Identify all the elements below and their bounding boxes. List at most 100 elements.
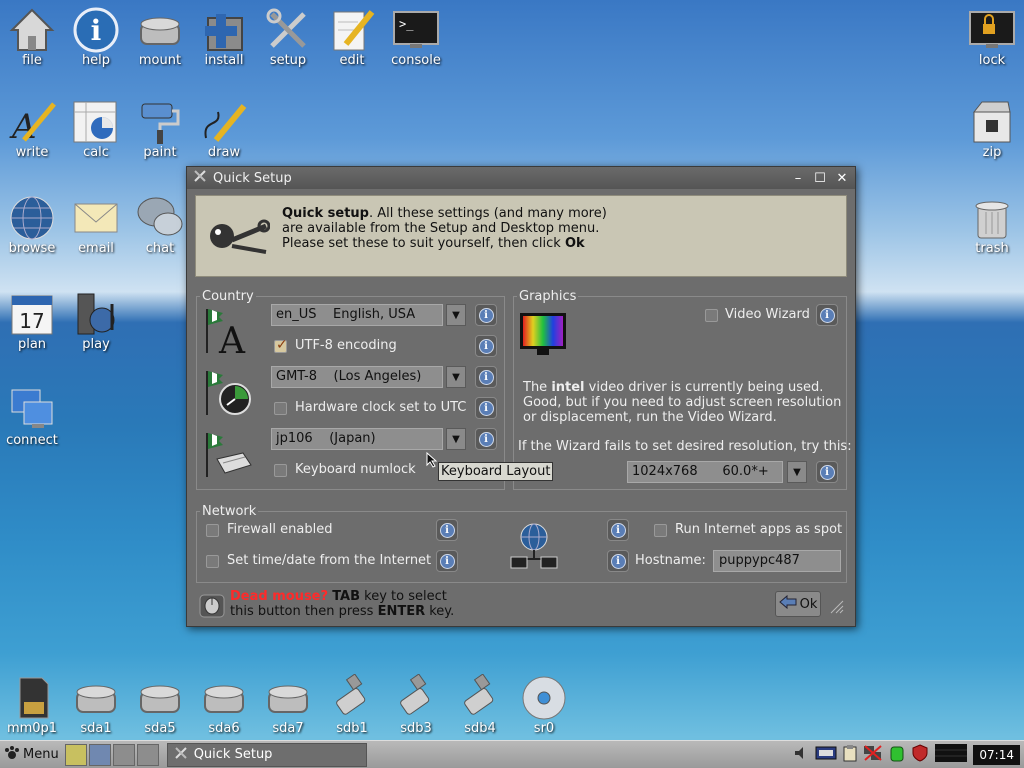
volume-icon[interactable]: [793, 745, 809, 765]
puppy-paw-icon: [4, 745, 20, 765]
video-wizard-info-button[interactable]: i: [816, 304, 838, 326]
desktop-icon-setup[interactable]: setup: [256, 2, 320, 68]
desktop-pager-1[interactable]: [88, 743, 111, 766]
drive-label: sdb1: [336, 721, 368, 736]
resize-grip-icon[interactable]: [829, 599, 845, 619]
timezone-dropdown-arrow[interactable]: ▼: [446, 366, 466, 388]
locale-info-button[interactable]: i: [475, 304, 497, 326]
firewall-checkbox[interactable]: [206, 524, 219, 537]
desktop-icon-plan[interactable]: 17 plan: [0, 286, 64, 352]
desktop-icon-zip[interactable]: zip: [960, 94, 1024, 160]
drive-label: sdb4: [464, 721, 496, 736]
utf8-info-button[interactable]: i: [475, 335, 497, 357]
desktop-pager-3[interactable]: [136, 743, 159, 766]
minimize-icon[interactable]: –: [791, 171, 805, 186]
drive-icon-sdb3[interactable]: sdb3: [384, 670, 448, 736]
drive-icon-sr0[interactable]: sr0: [512, 670, 576, 736]
menu-button[interactable]: Menu: [0, 745, 63, 765]
hwclock-checkbox[interactable]: [274, 402, 287, 415]
network-disconnected-icon[interactable]: [863, 744, 883, 766]
desktop-pager-2[interactable]: [112, 743, 135, 766]
utf8-checkbox[interactable]: [274, 337, 288, 353]
desktop-icon-calc[interactable]: calc: [64, 94, 128, 160]
info-icon: i: [478, 431, 494, 447]
resolution-info-button[interactable]: i: [816, 461, 838, 483]
timezone-combo[interactable]: GMT-8 (Los Angeles): [271, 366, 443, 388]
desktop-icon-label: mount: [138, 53, 182, 68]
network-computers-icon: [8, 386, 56, 434]
desktop-icon-label: edit: [339, 53, 365, 68]
tools-icon: [264, 6, 312, 54]
desktop-icon-trash[interactable]: trash: [960, 190, 1024, 256]
desktop-icon-label: paint: [143, 145, 177, 160]
firewall-info-button[interactable]: i: [436, 519, 458, 541]
drive-icon-sdb4[interactable]: sdb4: [448, 670, 512, 736]
drive-icon-sda6[interactable]: sda6: [192, 670, 256, 736]
hard-drive-icon: [264, 674, 312, 722]
svg-text:i: i: [91, 14, 102, 47]
resolution-dropdown-arrow[interactable]: ▼: [787, 461, 807, 483]
desktop-icon-lock[interactable]: lock: [960, 2, 1024, 68]
locale-dropdown-arrow[interactable]: ▼: [446, 304, 466, 326]
enter-key-label: ENTER: [377, 604, 426, 619]
desktop-icon-chat[interactable]: chat: [128, 190, 192, 256]
desktop-icon-file[interactable]: file: [0, 2, 64, 68]
resolution-combo[interactable]: 1024x768 60.0*+: [627, 461, 783, 483]
drive-icon-mm0p1[interactable]: mm0p1: [0, 670, 64, 736]
drive-icon-sda7[interactable]: sda7: [256, 670, 320, 736]
keyboard-combo[interactable]: jp106 (Japan): [271, 428, 443, 450]
hwclock-info-button[interactable]: i: [475, 397, 497, 419]
keyboard-info-button[interactable]: i: [475, 428, 497, 450]
desktop-icon-install[interactable]: install: [192, 2, 256, 68]
storage-green-icon[interactable]: [889, 744, 905, 766]
numlock-checkbox[interactable]: [274, 464, 287, 477]
desktop-icon-label: trash: [975, 241, 1009, 256]
drive-icon-sdb1[interactable]: sdb1: [320, 670, 384, 736]
video-wizard-checkbox[interactable]: [705, 309, 718, 322]
desktop-icon-mount[interactable]: mount: [128, 2, 192, 68]
desktop-icon-console[interactable]: >_ console: [384, 2, 448, 68]
dead-mouse-label: Dead mouse?: [230, 589, 329, 604]
taskbar-task-quick-setup[interactable]: Quick Setup: [166, 742, 367, 767]
desktop-icon-play[interactable]: play: [64, 286, 128, 352]
back-arrow-icon: [778, 594, 797, 613]
desktop-icon-browse[interactable]: browse: [0, 190, 64, 256]
desktop-icon-draw[interactable]: draw: [192, 94, 256, 160]
drive-icon-sda5[interactable]: sda5: [128, 670, 192, 736]
desktop-icon-email[interactable]: email: [64, 190, 128, 256]
desktop-icon-help[interactable]: i help: [64, 2, 128, 68]
spot-info-button[interactable]: i: [607, 519, 629, 541]
keyboard-layout-icon[interactable]: [815, 746, 837, 764]
maximize-icon[interactable]: ☐: [813, 171, 827, 186]
quicklaunch-editor-button[interactable]: [64, 743, 87, 766]
spot-label: Run Internet apps as spot: [675, 522, 843, 537]
ok-button[interactable]: Ok: [775, 591, 821, 617]
settime-checkbox[interactable]: [206, 555, 219, 568]
firewall-shield-icon[interactable]: [911, 743, 929, 766]
paint-roller-icon: [136, 98, 184, 146]
close-icon[interactable]: ✕: [835, 171, 849, 186]
taskbar: Menu Quick Setup 07:14: [0, 740, 1024, 768]
clock[interactable]: 07:14: [973, 744, 1020, 765]
settime-info-button[interactable]: i: [436, 550, 458, 572]
desktop-icon-write[interactable]: A write: [0, 94, 64, 160]
tab-key-label: TAB: [332, 589, 361, 604]
desktop-icon-connect[interactable]: connect: [0, 382, 64, 448]
timezone-info-button[interactable]: i: [475, 366, 497, 388]
hostname-input[interactable]: puppypc487: [713, 550, 841, 572]
spot-checkbox[interactable]: [654, 524, 667, 537]
drive-icon-sda1[interactable]: sda1: [64, 670, 128, 736]
clipboard-icon[interactable]: [843, 744, 857, 766]
hostname-info-button[interactable]: i: [607, 550, 629, 572]
svg-text:>_: >_: [399, 17, 414, 31]
dead-mouse-text: Dead mouse? TAB key to select this butto…: [230, 589, 490, 619]
locale-combo[interactable]: en_US English, USA: [271, 304, 443, 326]
desktop-icon-paint[interactable]: paint: [128, 94, 192, 160]
desktop-icon-label: write: [15, 145, 49, 160]
keyboard-dropdown-arrow[interactable]: ▼: [446, 428, 466, 450]
title-bar[interactable]: Quick Setup – ☐ ✕: [187, 167, 855, 189]
desktop-icon-edit[interactable]: edit: [320, 2, 384, 68]
usb-icon: [392, 673, 440, 722]
desktop-icon-label: help: [81, 53, 111, 68]
graphics-desc-line2: Good, but if you need to adjust screen r…: [523, 395, 842, 410]
